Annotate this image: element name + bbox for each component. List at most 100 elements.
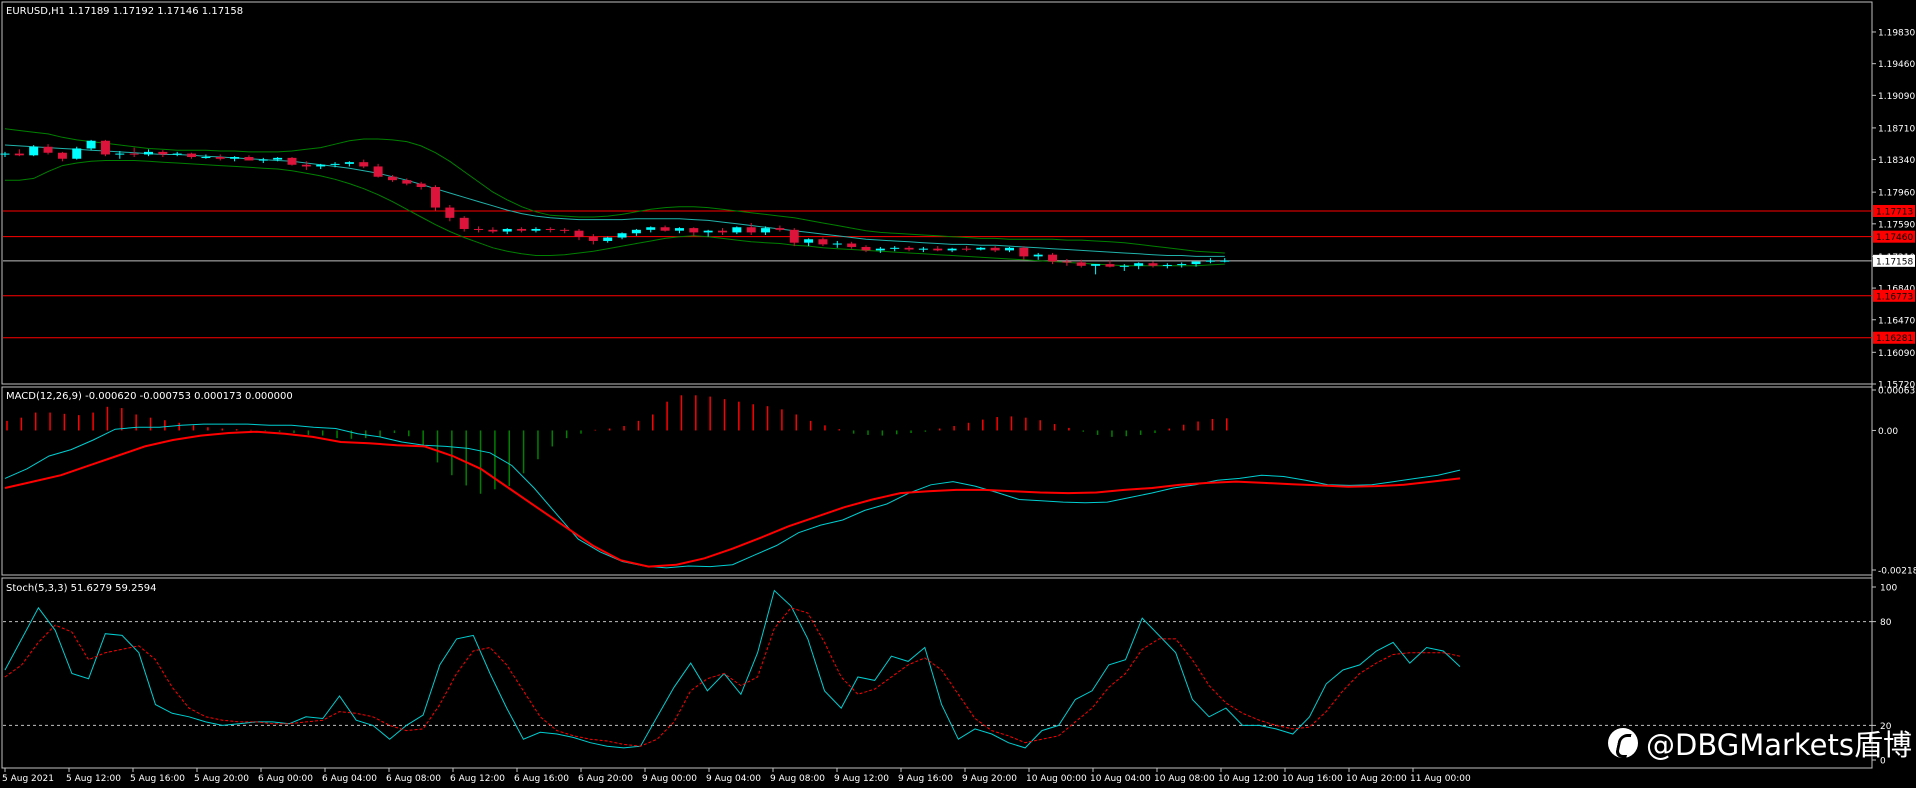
stoch-title: Stoch(5,3,3) 51.6279 59.2594 <box>6 583 157 594</box>
candle-body <box>187 153 197 158</box>
candle-body <box>1134 263 1144 266</box>
time-tick-label: 10 Aug 16:00 <box>1282 774 1343 784</box>
candle-body <box>14 153 24 156</box>
candle-body <box>933 248 943 251</box>
candle-body <box>1162 264 1172 266</box>
time-tick-label: 5 Aug 12:00 <box>66 774 121 784</box>
time-tick-label: 9 Aug 20:00 <box>962 774 1017 784</box>
candle-body <box>689 228 699 233</box>
candle-body <box>215 157 225 159</box>
candle-body <box>72 148 82 159</box>
candle-body <box>1205 260 1215 262</box>
time-tick-label: 6 Aug 12:00 <box>450 774 505 784</box>
time-tick-label: 9 Aug 08:00 <box>770 774 825 784</box>
candle-body <box>230 157 240 159</box>
candle-body <box>517 228 527 231</box>
candle-body <box>100 140 110 155</box>
stoch-y-tick-label: 100 <box>1880 584 1897 594</box>
time-tick-label: 10 Aug 20:00 <box>1346 774 1407 784</box>
candle-body <box>574 230 584 237</box>
candle-body <box>172 153 182 155</box>
price-level-tag-label: 1.16773 <box>1876 292 1913 302</box>
time-tick-label: 6 Aug 00:00 <box>258 774 313 784</box>
candle-body <box>961 248 971 250</box>
candle-body <box>86 140 96 149</box>
candle-body <box>43 146 53 153</box>
candle-body <box>1105 264 1115 267</box>
macd-y-tick-label: 0.00 <box>1878 427 1898 437</box>
candle-body <box>474 228 484 230</box>
current-price-tag-label: 1.17158 <box>1876 257 1913 267</box>
watermark-text: @DBGMarkets盾博 <box>1646 728 1912 762</box>
price-title: EURUSD,H1 1.17189 1.17192 1.17146 1.1715… <box>6 6 243 17</box>
candle-body <box>445 207 455 218</box>
candle-body <box>617 233 627 238</box>
time-tick-label: 10 Aug 00:00 <box>1026 774 1087 784</box>
watermark: @DBGMarkets盾博 <box>1608 722 1912 764</box>
candle-body <box>832 243 842 245</box>
candle-body <box>804 239 814 243</box>
candle-body <box>703 230 713 233</box>
time-tick-label: 6 Aug 16:00 <box>514 774 569 784</box>
candle-body <box>631 229 641 234</box>
candle-body <box>531 228 541 231</box>
candle-body <box>1177 264 1187 266</box>
candle-body <box>373 166 383 177</box>
price-y-tick-label: 1.19460 <box>1878 60 1915 70</box>
price-level-tag-label: 1.17460 <box>1876 233 1913 243</box>
time-tick-label: 6 Aug 20:00 <box>578 774 633 784</box>
macd-title: MACD(12,26,9) -0.000620 -0.000753 0.0001… <box>6 391 293 402</box>
candle-body <box>918 248 928 250</box>
candle-body <box>1062 261 1072 263</box>
candle-body <box>129 153 139 155</box>
price-level-tag-label: 1.16281 <box>1876 334 1913 344</box>
time-tick-label: 9 Aug 12:00 <box>834 774 889 784</box>
candle-body <box>330 163 340 165</box>
candle-body <box>1048 254 1058 262</box>
time-tick-label: 6 Aug 08:00 <box>386 774 441 784</box>
macd-y-tick-label: 0.000633 <box>1878 387 1916 397</box>
candle-body <box>258 159 268 161</box>
candle-body <box>1119 265 1129 267</box>
candle-body <box>431 187 440 208</box>
candle-body <box>660 227 670 231</box>
candle-body <box>732 227 742 233</box>
candle-body <box>875 248 885 251</box>
candle-body <box>158 151 168 155</box>
candle-body <box>890 247 900 249</box>
time-tick-label: 5 Aug 16:00 <box>130 774 185 784</box>
candle-body <box>990 247 1000 251</box>
price-y-tick-label: 1.18340 <box>1878 156 1915 166</box>
dbg-logo-icon <box>1608 728 1638 758</box>
candle-body <box>1076 262 1086 266</box>
time-tick-label: 9 Aug 16:00 <box>898 774 953 784</box>
candle-body <box>1148 263 1158 266</box>
candle-body <box>502 228 512 232</box>
candle-body <box>1191 261 1201 265</box>
time-tick-label: 10 Aug 04:00 <box>1090 774 1151 784</box>
candle-body <box>560 229 570 231</box>
candle-body <box>201 157 211 159</box>
candle-body <box>316 164 326 167</box>
time-tick-label: 9 Aug 04:00 <box>706 774 761 784</box>
candle-body <box>273 157 283 160</box>
candle-body <box>1220 260 1230 262</box>
candle-body <box>1091 264 1101 266</box>
price-y-tick-label: 1.17590 <box>1878 220 1915 230</box>
candle-body <box>359 162 369 167</box>
candle-body <box>244 157 254 161</box>
candle-body <box>976 247 986 250</box>
price-y-tick-label: 1.18710 <box>1878 124 1915 134</box>
candle-body <box>818 239 828 245</box>
candle-body <box>646 227 656 230</box>
candle-body <box>287 157 297 165</box>
stoch-y-tick-label: 80 <box>1880 618 1892 628</box>
candle-body <box>674 228 684 231</box>
price-y-tick-label: 1.16090 <box>1878 349 1915 359</box>
candle-body <box>29 146 39 156</box>
price-y-tick-label: 1.19090 <box>1878 92 1915 102</box>
candle-body <box>1033 254 1043 257</box>
candle-body <box>115 153 125 155</box>
candle-body <box>847 243 857 247</box>
time-tick-label: 9 Aug 00:00 <box>642 774 697 784</box>
